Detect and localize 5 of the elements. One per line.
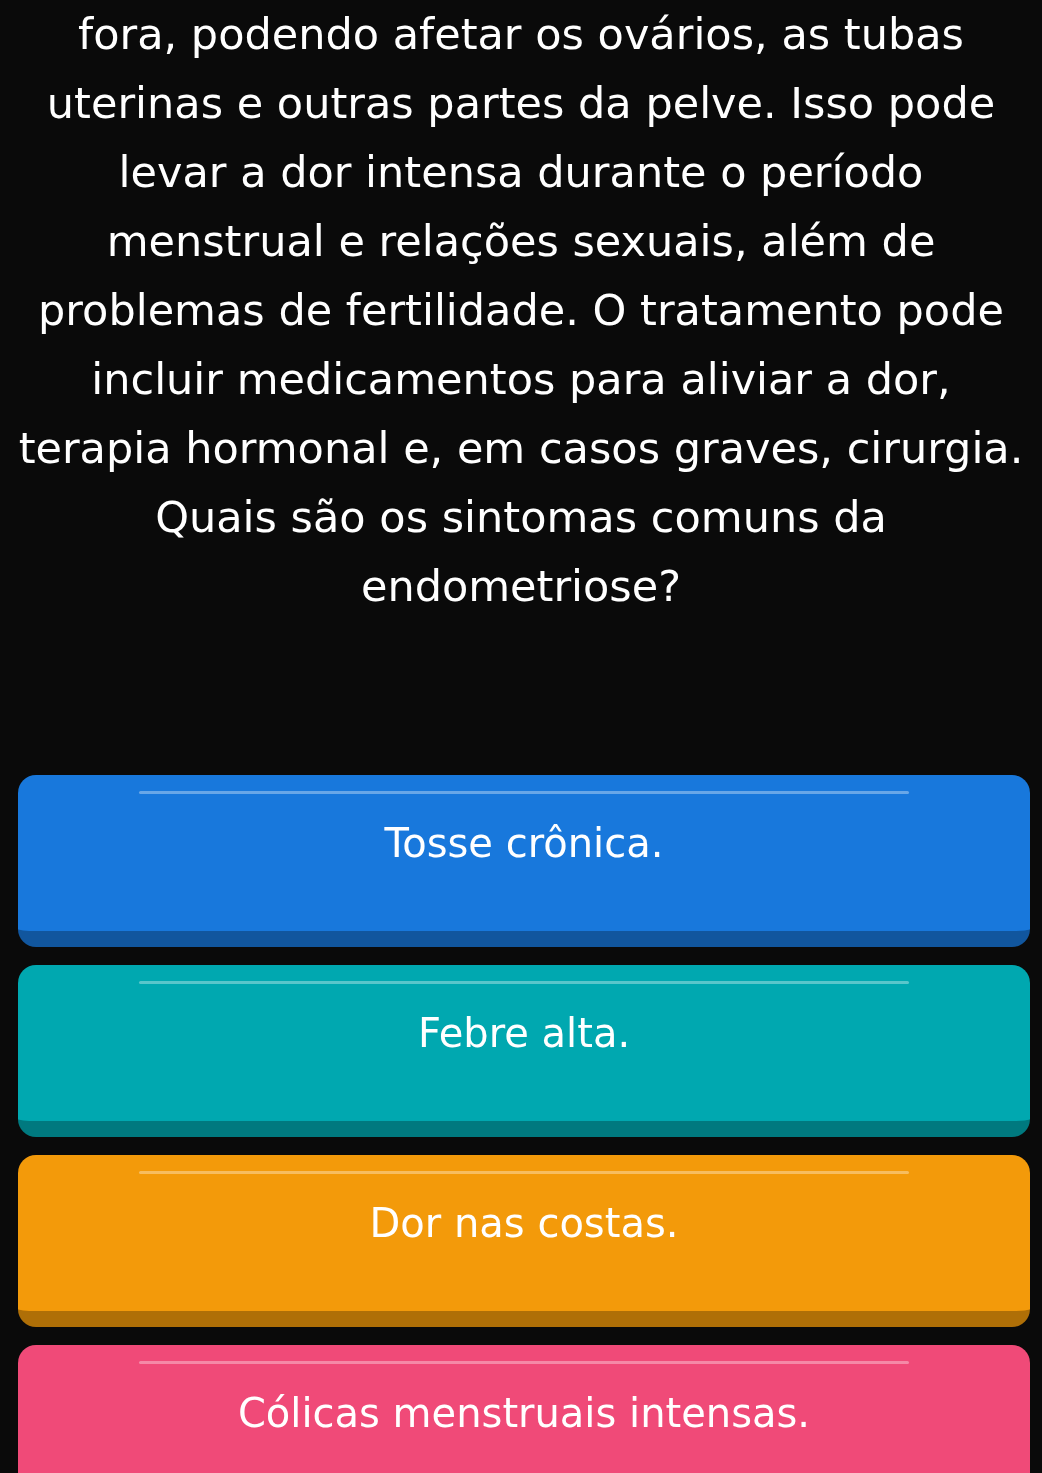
answer-button[interactable]: Febre alta.	[18, 965, 1030, 1137]
question-text: fora, podendo afetar os ovários, as tubas uterinas e outras partes da pelve. Isso pode levar a dor intensa durante o período menstrual e relações sexuais, além de problemas de fertilidade. O tratamento pode incluir medicamentos para aliviar a dor, terapia hormonal e, em casos graves, cirurgia. Quais são os sintomas comuns da endometriose?	[17, 8, 1025, 613]
answer-button[interactable]: Cólicas menstruais intensas.	[18, 1345, 1030, 1473]
answer-button[interactable]: Dor nas costas.	[18, 1155, 1030, 1327]
answer-button[interactable]: Tosse crônica.	[18, 775, 1030, 947]
